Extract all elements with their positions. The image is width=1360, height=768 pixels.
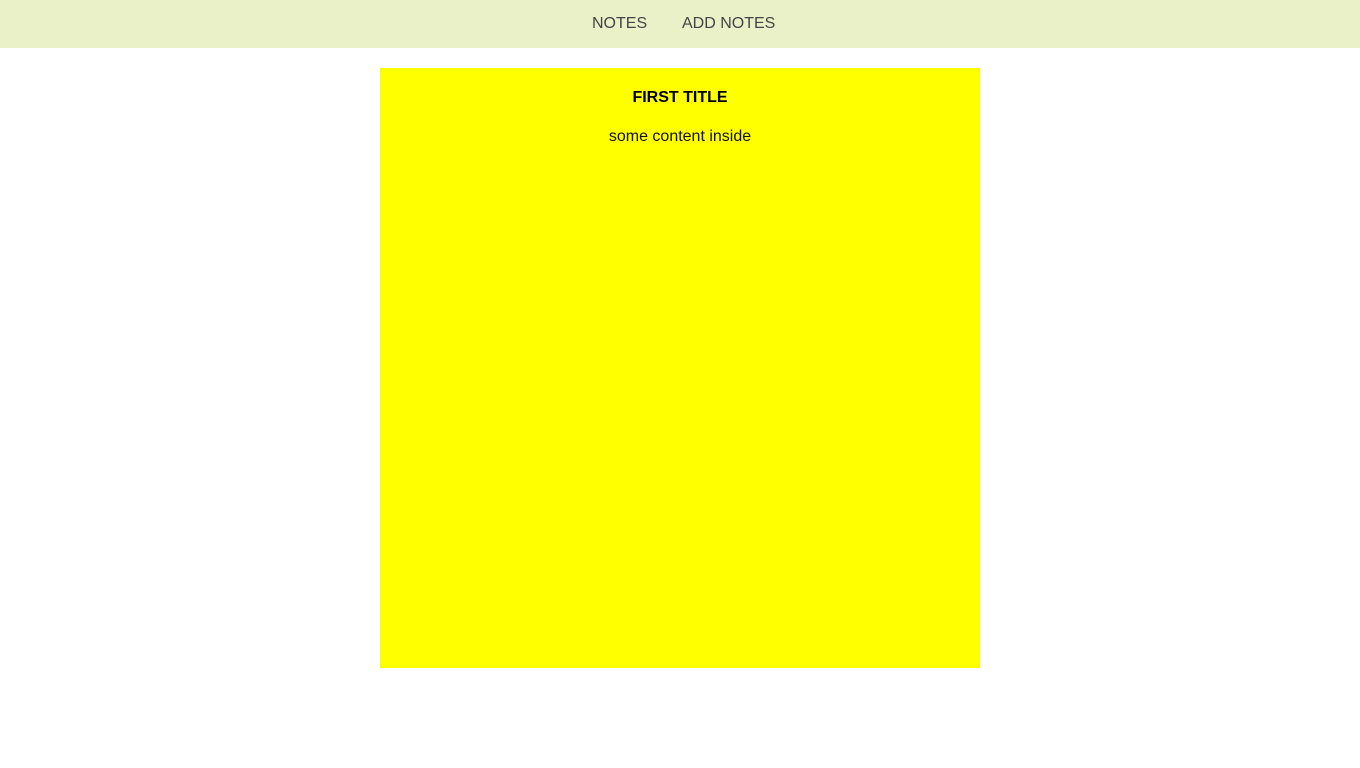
nav-add-notes-link[interactable]: ADD NOTES bbox=[682, 0, 775, 48]
nav-notes-link[interactable]: NOTES bbox=[592, 0, 647, 48]
note-title: FIRST TITLE bbox=[632, 89, 728, 106]
note-content: some content inside bbox=[608, 128, 752, 145]
note-card: FIRST TITLE some content inside bbox=[380, 68, 980, 668]
top-navigation-bar: NOTES ADD NOTES bbox=[0, 0, 1360, 48]
